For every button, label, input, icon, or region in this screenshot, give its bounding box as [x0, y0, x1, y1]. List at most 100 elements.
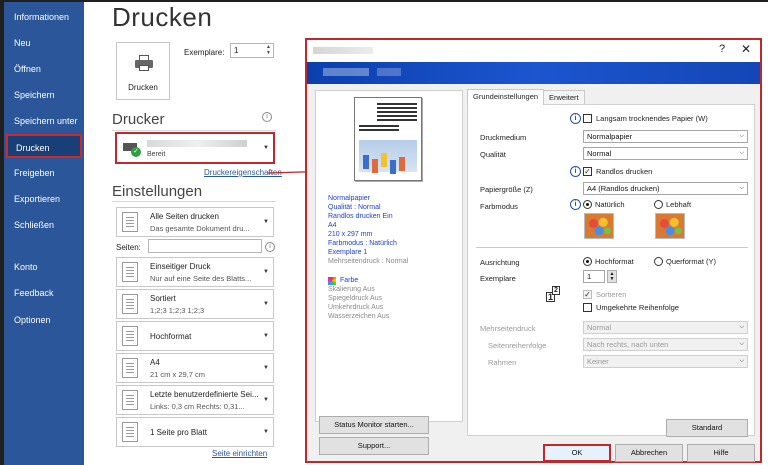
color-natural-radio[interactable]	[583, 200, 592, 209]
divider	[112, 130, 276, 131]
setting-line2: Links: 0,3 cm Rechts: 0,31...	[150, 402, 245, 411]
page-order-select[interactable]: Nach rechts, nach unten ⌵	[583, 338, 748, 351]
media-label: Druckmedium	[480, 133, 527, 142]
page-setup-link[interactable]: Seite einrichten	[212, 449, 267, 458]
chevron-down-icon: ▼	[263, 219, 269, 225]
copies-spin-icon[interactable]: ▲ ▼	[607, 270, 617, 283]
setting-line1: 1 Seite pro Blatt	[150, 428, 207, 437]
chevron-down-icon: ▼	[263, 333, 269, 339]
setting-paper-size[interactable]: A4 21 cm x 29,7 cm ▼	[116, 353, 274, 383]
preview-color: Farbe	[340, 277, 359, 284]
status-monitor-button[interactable]: Status Monitor starten...	[319, 416, 429, 434]
chevron-down-icon: ⌵	[739, 185, 744, 191]
close-icon[interactable]: ✕	[741, 42, 751, 56]
setting-pages-per-sheet[interactable]: 1 Seite pro Blatt ▼	[116, 417, 274, 447]
setting-line1: A4	[150, 358, 160, 367]
info-icon[interactable]: i	[570, 166, 581, 177]
spin-arrows-icon[interactable]: ▲ ▼	[266, 44, 271, 56]
info-icon[interactable]: i	[262, 112, 272, 122]
preview-pane: Normalpapier Qualität : Normal Randlos d…	[315, 90, 463, 422]
info-icon[interactable]: i	[265, 242, 275, 252]
multipage-value: Normal	[587, 323, 612, 332]
info-icon[interactable]: i	[570, 199, 581, 210]
setting-print-range[interactable]: Alle Seiten drucken Das gesamte Dokument…	[116, 207, 274, 237]
page-title: Drucken	[112, 2, 213, 32]
color-vivid-radio[interactable]	[654, 200, 663, 209]
nav-item-schliessen[interactable]: Schließen	[4, 213, 84, 237]
document-icon	[122, 212, 138, 232]
printer-select[interactable]: ✓ Bereit ▼	[115, 132, 275, 164]
nav-item-optionen[interactable]: Optionen	[4, 308, 84, 332]
chevron-down-icon: ▼	[263, 429, 269, 435]
preview-line: Farbmodus : Natürlich	[328, 240, 397, 247]
collate-checkbox[interactable]: ✓	[583, 290, 592, 299]
pages-input[interactable]	[148, 239, 262, 253]
nav-item-informationen[interactable]: Informationen	[4, 5, 84, 29]
preview-line: Skalierung Aus	[328, 286, 375, 293]
standard-button[interactable]: Standard	[666, 419, 748, 437]
nav-item-oeffnen[interactable]: Öffnen	[4, 57, 84, 81]
reverse-order-checkbox[interactable]	[583, 303, 592, 312]
slow-dry-checkbox[interactable]	[583, 114, 592, 123]
info-icon[interactable]: i	[570, 113, 581, 124]
dialog-banner	[307, 62, 760, 84]
portrait-label: Hochformat	[595, 257, 634, 266]
nav-item-konto[interactable]: Konto	[4, 255, 84, 279]
frame-value: Keiner	[587, 357, 609, 366]
nav-item-feedback[interactable]: Feedback	[4, 281, 84, 305]
setting-sides[interactable]: Einseitiger Druck Nur auf eine Seite des…	[116, 257, 274, 287]
multipage-label: Mehrseitendruck	[480, 324, 536, 333]
dialog-titlebar: ? ✕	[307, 40, 760, 62]
frame-select[interactable]: Keiner ⌵	[583, 355, 748, 368]
printer-name-redacted	[147, 140, 247, 147]
setting-line2: 1;2;3 1;2;3 1;2;3	[150, 306, 205, 315]
quality-select[interactable]: Normal ⌵	[583, 147, 748, 160]
tab-grundeinstellungen[interactable]: Grundeinstellungen	[467, 89, 545, 105]
orientation-label: Ausrichtung	[480, 258, 520, 267]
settings-section-title: Einstellungen	[112, 183, 203, 200]
print-button[interactable]: Drucken	[116, 42, 170, 100]
page-preview-thumbnail	[354, 97, 422, 181]
collate-icon	[122, 294, 138, 314]
cancel-button[interactable]: Abbrechen	[615, 444, 683, 462]
divider	[112, 201, 276, 202]
balloons-natural-image	[584, 213, 614, 239]
multipage-select[interactable]: Normal ⌵	[583, 321, 748, 334]
setting-margins[interactable]: Letzte benutzerdefinierte Sei... Links: …	[116, 385, 274, 415]
page-order-value: Nach rechts, nach unten	[587, 340, 669, 349]
copies-stepper[interactable]: 1 ▲ ▼	[230, 43, 274, 58]
nav-item-neu[interactable]: Neu	[4, 31, 84, 55]
chevron-down-icon: ▼	[263, 301, 269, 307]
setting-collate[interactable]: Sortiert 1;2;3 1;2;3 1;2;3 ▼	[116, 289, 274, 319]
banner-text-redacted	[377, 68, 401, 76]
nav-item-exportieren[interactable]: Exportieren	[4, 187, 84, 211]
preview-line: Spiegeldruck Aus	[328, 295, 383, 302]
borderless-checkbox[interactable]: ✓	[583, 167, 592, 176]
nav-item-speichern[interactable]: Speichern	[4, 83, 84, 107]
print-button-label: Drucken	[128, 83, 158, 92]
copies-input[interactable]: 1	[583, 270, 605, 283]
nav-item-speichern-unter[interactable]: Speichern unter	[4, 109, 84, 133]
landscape-radio[interactable]	[654, 257, 663, 266]
borderless-label: Randlos drucken	[596, 167, 653, 176]
media-select[interactable]: Normalpapier ⌵	[583, 130, 748, 143]
one-sided-icon	[122, 262, 138, 282]
support-button[interactable]: Support...	[319, 437, 429, 455]
nav-item-freigeben[interactable]: Freigeben	[4, 161, 84, 185]
paper-size-select[interactable]: A4 (Randlos drucken) ⌵	[583, 182, 748, 195]
divider	[476, 247, 748, 248]
preview-line: A4	[328, 222, 337, 229]
copies-label: Exemplare	[480, 274, 516, 283]
portrait-radio[interactable]	[583, 257, 592, 266]
ok-button[interactable]: OK	[543, 444, 611, 462]
help-button[interactable]: Hilfe	[687, 444, 755, 462]
printer-properties-link[interactable]: Druckereigenschaften	[204, 168, 282, 177]
backstage-nav: Informationen Neu Öffnen Speichern Speic…	[4, 2, 84, 465]
copies-value: 1	[234, 46, 239, 55]
tab-erweitert[interactable]: Erweitert	[543, 90, 585, 105]
nav-item-drucken[interactable]: Drucken	[6, 134, 82, 158]
color-vivid-label: Lebhaft	[666, 200, 692, 209]
frame-label: Rahmen	[488, 358, 517, 367]
help-icon[interactable]: ?	[719, 43, 725, 55]
setting-orientation[interactable]: Hochformat ▼	[116, 321, 274, 351]
